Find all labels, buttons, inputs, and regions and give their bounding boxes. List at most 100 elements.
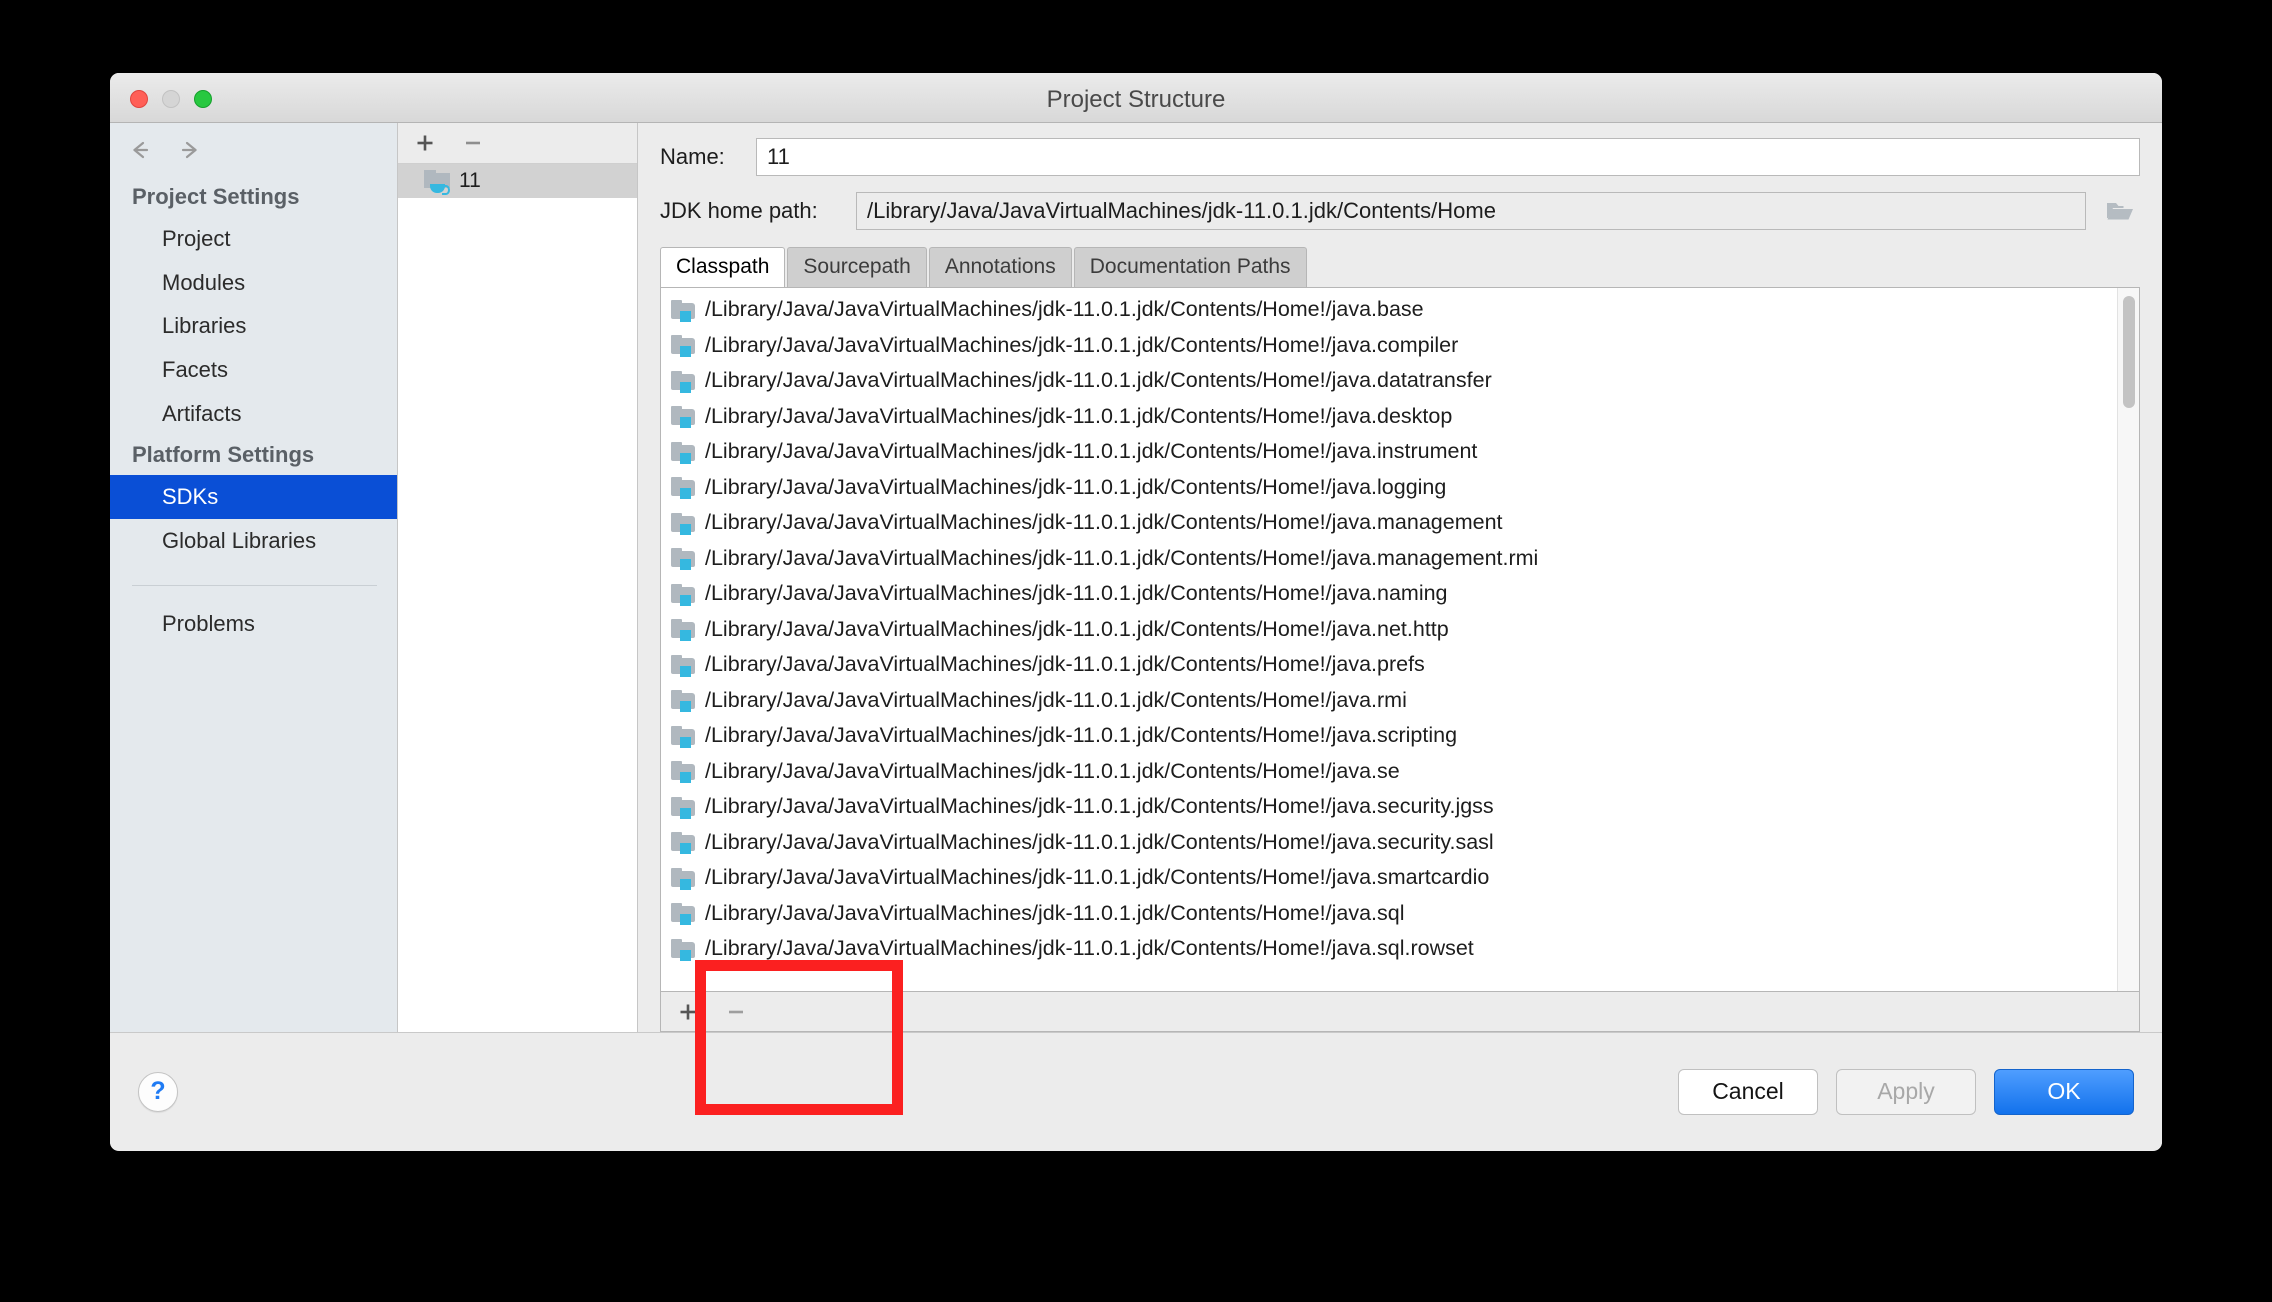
back-arrow-icon[interactable] [126,136,154,164]
sdk-detail-pane: Name: 11 JDK home path: /Library/Java/Ja… [638,123,2162,1032]
classpath-entry[interactable]: /Library/Java/JavaVirtualMachines/jdk-11… [661,754,2117,790]
sdk-list-item-label: 11 [459,169,481,192]
tab-classpath[interactable]: Classpath [660,247,786,287]
module-folder-icon [671,370,695,393]
dialog-action-buttons: Cancel Apply OK [1678,1068,2134,1115]
classpath-entry-label: /Library/Java/JavaVirtualMachines/jdk-11… [705,403,1453,428]
module-folder-icon [671,335,695,358]
sdk-detail-tabs: Classpath Sourcepath Annotations Documen… [638,241,2162,287]
module-folder-icon [671,938,695,961]
folder-open-icon[interactable] [2100,193,2140,229]
classpath-entry[interactable]: /Library/Java/JavaVirtualMachines/jdk-11… [661,683,2117,719]
cancel-button[interactable]: Cancel [1678,1068,1818,1115]
classpath-entry-label: /Library/Java/JavaVirtualMachines/jdk-11… [705,936,1474,961]
sidebar-item-project[interactable]: Project [110,217,397,261]
add-classpath-button[interactable] [675,999,701,1025]
classpath-entry[interactable]: /Library/Java/JavaVirtualMachines/jdk-11… [661,931,2117,967]
classpath-entry[interactable]: /Library/Java/JavaVirtualMachines/jdk-11… [661,541,2117,577]
classpath-entry[interactable]: /Library/Java/JavaVirtualMachines/jdk-11… [661,576,2117,612]
window-title: Project Structure [1046,86,1226,113]
classpath-list: /Library/Java/JavaVirtualMachines/jdk-11… [661,288,2117,991]
classpath-entry[interactable]: /Library/Java/JavaVirtualMachines/jdk-11… [661,434,2117,470]
sidebar-item-modules[interactable]: Modules [110,261,397,305]
sidebar-divider [132,584,377,586]
sidebar-item-problems[interactable]: Problems [110,602,397,646]
classpath-entry-label: /Library/Java/JavaVirtualMachines/jdk-11… [705,368,1492,393]
sdk-list-panel: 11 [398,123,638,1032]
classpath-entry[interactable]: /Library/Java/JavaVirtualMachines/jdk-11… [661,896,2117,932]
classpath-entry[interactable]: /Library/Java/JavaVirtualMachines/jdk-11… [661,470,2117,506]
project-structure-dialog: Project Structure Project Settings Proje… [110,73,2162,1151]
classpath-entry[interactable]: /Library/Java/JavaVirtualMachines/jdk-11… [661,328,2117,364]
module-folder-icon [671,867,695,890]
module-folder-icon [671,477,695,500]
classpath-entry-label: /Library/Java/JavaVirtualMachines/jdk-11… [705,865,1490,890]
classpath-entry[interactable]: /Library/Java/JavaVirtualMachines/jdk-11… [661,825,2117,861]
module-folder-icon [671,299,695,322]
jdk-home-path-input[interactable]: /Library/Java/JavaVirtualMachines/jdk-11… [856,192,2086,230]
help-button[interactable]: ? [138,1071,178,1112]
module-folder-icon [671,548,695,571]
classpath-entry-label: /Library/Java/JavaVirtualMachines/jdk-11… [705,829,1494,854]
classpath-entry-label: /Library/Java/JavaVirtualMachines/jdk-11… [705,758,1400,783]
sdk-list-toolbar [398,123,637,164]
sdk-list-item-11[interactable]: 11 [398,164,637,198]
tab-documentation-paths[interactable]: Documentation Paths [1073,247,1307,287]
classpath-entry-label: /Library/Java/JavaVirtualMachines/jdk-11… [705,545,1539,570]
sidebar-item-libraries[interactable]: Libraries [110,304,397,348]
sidebar-item-artifacts[interactable]: Artifacts [110,392,397,436]
sidebar-group-project-settings: Project Settings [132,184,300,209]
dialog-body: Project Settings Project Modules Librari… [110,123,2162,1032]
classpath-entry[interactable]: /Library/Java/JavaVirtualMachines/jdk-11… [661,363,2117,399]
sidebar-item-global-libraries[interactable]: Global Libraries [110,519,397,563]
classpath-entry[interactable]: /Library/Java/JavaVirtualMachines/jdk-11… [661,860,2117,896]
forward-arrow-icon[interactable] [176,136,204,164]
classpath-entry-label: /Library/Java/JavaVirtualMachines/jdk-11… [705,794,1494,819]
jdk-folder-icon [424,170,450,195]
classpath-entry-label: /Library/Java/JavaVirtualMachines/jdk-11… [705,474,1447,499]
add-sdk-button[interactable] [412,130,438,156]
classpath-entry-label: /Library/Java/JavaVirtualMachines/jdk-11… [705,652,1425,677]
module-folder-icon [671,725,695,748]
jdk-home-path-label: JDK home path: [660,198,818,223]
classpath-list-container: /Library/Java/JavaVirtualMachines/jdk-11… [660,287,2140,992]
settings-sidebar: Project Settings Project Modules Librari… [110,123,398,1032]
module-folder-icon [671,619,695,642]
sdk-name-input[interactable]: 11 [756,138,2140,176]
classpath-entry[interactable]: /Library/Java/JavaVirtualMachines/jdk-11… [661,612,2117,648]
module-folder-icon [671,583,695,606]
module-folder-icon [671,796,695,819]
classpath-entry[interactable]: /Library/Java/JavaVirtualMachines/jdk-11… [661,789,2117,825]
remove-sdk-button[interactable] [460,130,486,156]
classpath-entry-label: /Library/Java/JavaVirtualMachines/jdk-11… [705,723,1458,748]
module-folder-icon [671,441,695,464]
module-folder-icon [671,406,695,429]
classpath-toolbar [660,992,2140,1032]
navigation-arrows [110,123,397,177]
tab-annotations[interactable]: Annotations [928,247,1072,287]
sidebar-item-sdks[interactable]: SDKs [110,475,397,520]
remove-classpath-button[interactable] [723,999,749,1025]
module-folder-icon [671,654,695,677]
classpath-entry-label: /Library/Java/JavaVirtualMachines/jdk-11… [705,332,1459,357]
classpath-entry[interactable]: /Library/Java/JavaVirtualMachines/jdk-11… [661,399,2117,435]
classpath-scrollbar[interactable] [2117,288,2139,991]
sidebar-item-facets[interactable]: Facets [110,348,397,392]
classpath-entry[interactable]: /Library/Java/JavaVirtualMachines/jdk-11… [661,505,2117,541]
classpath-entry[interactable]: /Library/Java/JavaVirtualMachines/jdk-11… [661,647,2117,683]
classpath-entry-label: /Library/Java/JavaVirtualMachines/jdk-11… [705,439,1478,464]
jdk-home-path-row: JDK home path: /Library/Java/JavaVirtual… [638,181,2162,241]
ok-button[interactable]: OK [1994,1068,2134,1115]
classpath-entry[interactable]: /Library/Java/JavaVirtualMachines/jdk-11… [661,292,2117,328]
sdk-name-label: Name: [660,144,725,169]
classpath-entry-label: /Library/Java/JavaVirtualMachines/jdk-11… [705,510,1503,535]
classpath-entry-label: /Library/Java/JavaVirtualMachines/jdk-11… [705,687,1407,712]
classpath-entry[interactable]: /Library/Java/JavaVirtualMachines/jdk-11… [661,718,2117,754]
apply-button: Apply [1836,1068,1976,1115]
classpath-scrollbar-thumb[interactable] [2123,296,2135,408]
tab-sourcepath[interactable]: Sourcepath [787,247,927,287]
classpath-entry-label: /Library/Java/JavaVirtualMachines/jdk-11… [705,616,1449,641]
sidebar-group-platform-settings: Platform Settings [132,442,315,468]
classpath-entry-label: /Library/Java/JavaVirtualMachines/jdk-11… [705,297,1424,322]
module-folder-icon [671,832,695,855]
